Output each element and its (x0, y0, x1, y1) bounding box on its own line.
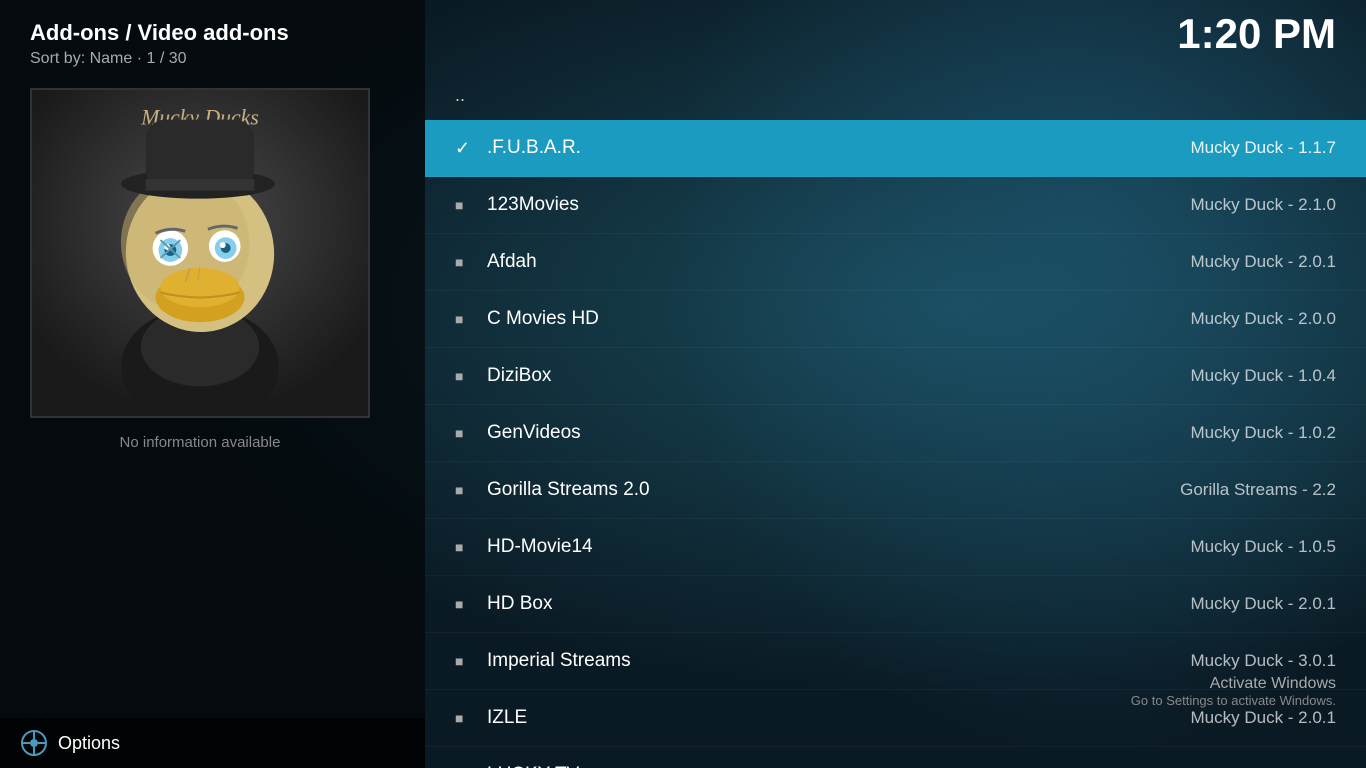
windows-activate-title: Activate Windows (1131, 675, 1336, 693)
windows-activate: Activate Windows Go to Settings to activ… (1131, 675, 1336, 708)
windows-activate-subtitle: Go to Settings to activate Windows. (1131, 693, 1336, 708)
items-container: ✓ .F.U.B.A.R.Mucky Duck - 1.1.7 ■ 123Movies… (425, 120, 1366, 768)
list-item[interactable]: ■ GenVideosMucky Duck - 1.0.2 (425, 405, 1366, 462)
item-version: Mucky Duck - 2.1.0 (1191, 195, 1337, 215)
bullet-icon: ■ (455, 653, 475, 669)
check-icon: ✓ (455, 138, 475, 159)
time-display: 1:20 PM (1177, 10, 1336, 58)
item-name: Gorilla Streams 2.0 (487, 479, 1180, 501)
item-name: LUCKY TV (487, 764, 1191, 768)
bullet-icon: ■ (455, 482, 475, 498)
no-info-label: No information available (30, 434, 370, 451)
options-bar[interactable]: Options (0, 718, 425, 768)
item-version: Mucky Duck - 2.0.1 (1191, 708, 1337, 728)
item-version: Mucky Duck - 2.0.1 (1191, 252, 1337, 272)
bullet-icon: ■ (455, 425, 475, 441)
item-version: Mucky Duck - 1.1.7 (1191, 138, 1337, 158)
item-version: Mucky Duck - 1.0.4 (1191, 366, 1337, 386)
item-name: HD-Movie14 (487, 536, 1191, 558)
list-item[interactable]: ■ 123MoviesMucky Duck - 2.1.0 (425, 177, 1366, 234)
item-name: 123Movies (487, 194, 1191, 216)
bullet-icon: ■ (455, 539, 475, 555)
list-item[interactable]: ■ AfdahMucky Duck - 2.0.1 (425, 234, 1366, 291)
bullet-icon: ■ (455, 368, 475, 384)
item-name: C Movies HD (487, 308, 1191, 330)
sort-info: Sort by: Name · 1 / 30 (30, 50, 187, 68)
item-name: .F.U.B.A.R. (487, 137, 1191, 159)
list-item[interactable]: ■ DiziBoxMucky Duck - 1.0.4 (425, 348, 1366, 405)
item-name: Afdah (487, 251, 1191, 273)
list-item[interactable]: ✓ .F.U.B.A.R.Mucky Duck - 1.1.7 (425, 120, 1366, 177)
list-item[interactable]: ■LUCKY TVMucky Duck - 2.0... (425, 747, 1366, 768)
item-version: Mucky Duck - 1.0.5 (1191, 537, 1337, 557)
bullet-icon: ■ (455, 197, 475, 213)
left-panel: Add-ons / Video add-ons Sort by: Name · … (0, 0, 425, 768)
parent-nav[interactable]: .. (425, 70, 1366, 120)
item-name: IZLE (487, 707, 1191, 729)
addon-thumbnail: Mucky Ducks (30, 88, 370, 418)
item-name: Imperial Streams (487, 650, 1191, 672)
right-panel: 1:20 PM .. ✓ .F.U.B.A.R.Mucky Duck - 1.1.… (425, 0, 1366, 768)
item-version: Mucky Duck - 2.0.1 (1191, 594, 1337, 614)
bullet-icon: ■ (455, 254, 475, 270)
list-item[interactable]: ■ C Movies HDMucky Duck - 2.0.0 (425, 291, 1366, 348)
options-icon (20, 729, 48, 757)
bullet-icon: ■ (455, 311, 475, 327)
options-label: Options (58, 733, 120, 754)
bullet-icon: ■ (455, 710, 475, 726)
item-version: Mucky Duck - 2.0.0 (1191, 309, 1337, 329)
bullet-icon: ■ (455, 596, 475, 612)
breadcrumb: Add-ons / Video add-ons (30, 20, 289, 46)
item-version: Mucky Duck - 1.0.2 (1191, 423, 1337, 443)
item-version: Gorilla Streams - 2.2 (1180, 480, 1336, 500)
item-name: HD Box (487, 593, 1191, 615)
list-item[interactable]: ■ Gorilla Streams 2.0Gorilla Streams - 2.… (425, 462, 1366, 519)
item-name: GenVideos (487, 422, 1191, 444)
addon-list: .. ✓ .F.U.B.A.R.Mucky Duck - 1.1.7 ■ 123Mov… (425, 70, 1366, 768)
list-item[interactable]: ■ HD-Movie14Mucky Duck - 1.0.5 (425, 519, 1366, 576)
item-version: Mucky Duck - 3.0.1 (1191, 651, 1337, 671)
item-name: DiziBox (487, 365, 1191, 387)
list-item[interactable]: ■ HD BoxMucky Duck - 2.0.1 (425, 576, 1366, 633)
